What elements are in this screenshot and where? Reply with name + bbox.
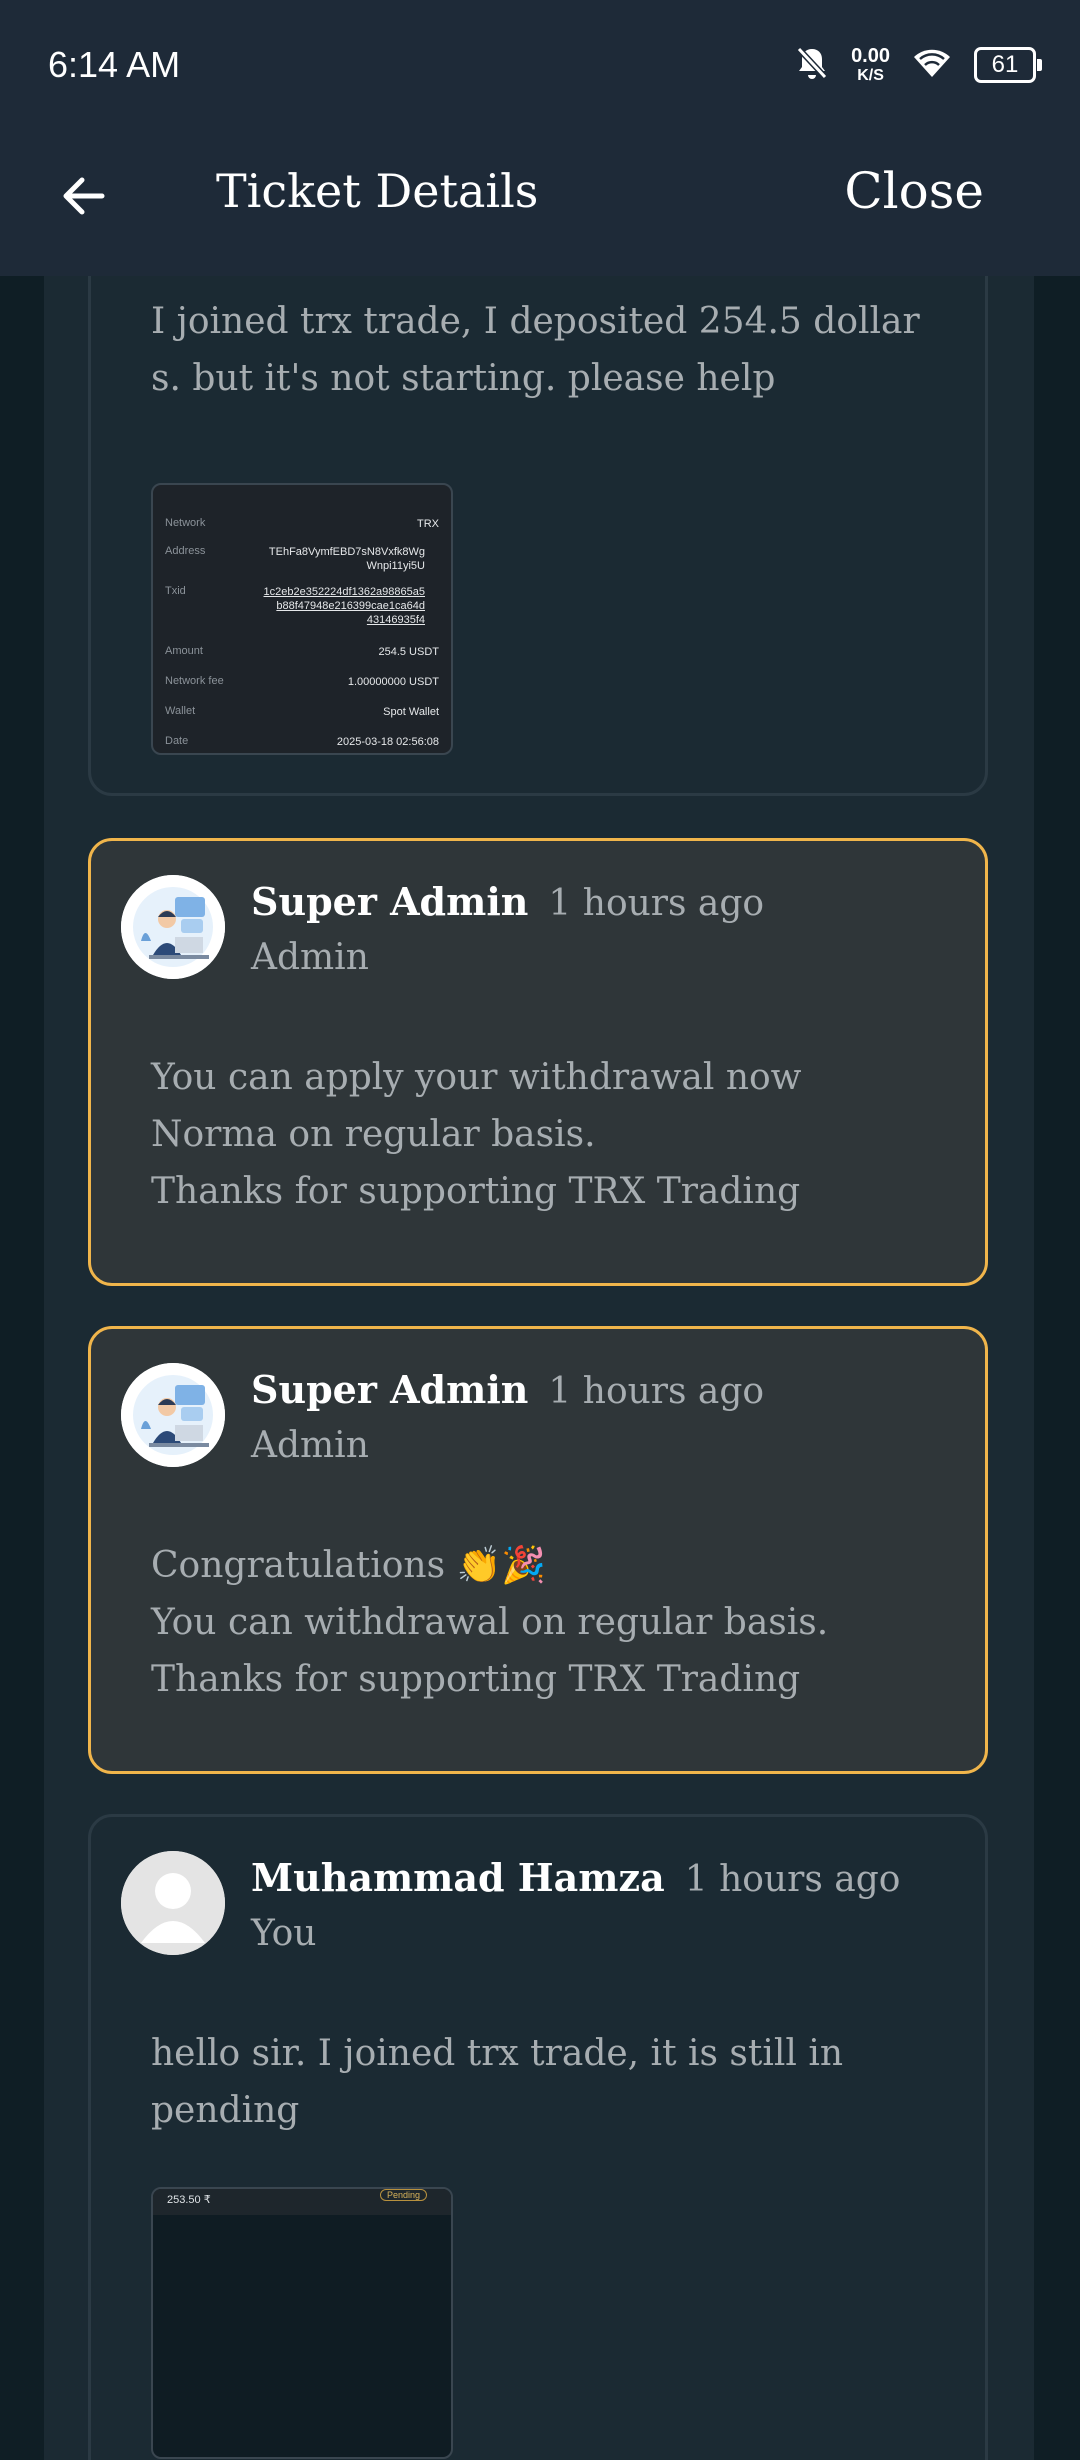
attachment-thumbnail[interactable]: 253.50 ₹ Pending bbox=[151, 2187, 453, 2459]
arrow-left-icon bbox=[63, 177, 105, 215]
app-bar: Ticket Details Close bbox=[0, 136, 1080, 276]
message-time: 1 hours ago bbox=[684, 1859, 901, 1900]
page-title: Ticket Details bbox=[216, 164, 539, 218]
attachment-value: 2025-03-18 02:56:08 bbox=[336, 736, 439, 748]
status-bar: 6:14 AM 0.00 K/S 61 bbox=[0, 0, 1080, 136]
message-time: 1 hours ago bbox=[548, 883, 765, 924]
network-speed: 0.00 K/S bbox=[851, 46, 890, 84]
network-speed-value: 0.00 bbox=[851, 45, 890, 67]
attachment-label: Network fee bbox=[165, 675, 224, 687]
sender-name-text: Muhammad Hamza bbox=[251, 1855, 665, 1900]
attachment-label: Txid bbox=[165, 585, 186, 597]
battery-icon: 61 bbox=[974, 47, 1042, 83]
wifi-icon bbox=[912, 47, 952, 83]
message-time: 1 hours ago bbox=[548, 1371, 765, 1412]
attachment-label: Network bbox=[165, 517, 206, 529]
sender-name: Super Admin 1 hours ago bbox=[251, 879, 764, 924]
message-card: Super Admin 1 hours ago Admin You can app… bbox=[88, 838, 988, 1286]
network-speed-unit: K/S bbox=[857, 67, 884, 84]
sender-role: Admin bbox=[251, 937, 369, 978]
message-card: I joined trx trade, I deposited 254.5 do… bbox=[88, 276, 988, 796]
attachment-label: Date bbox=[165, 735, 189, 747]
attachment-value: Spot Wallet bbox=[383, 706, 439, 718]
message-card: Muhammad Hamza 1 hours ago You hello sir.… bbox=[88, 1814, 988, 2460]
battery-level: 61 bbox=[991, 51, 1019, 78]
attachment-value: TRX bbox=[417, 518, 439, 530]
message-card: Super Admin 1 hours ago Admin Congratulat… bbox=[88, 1326, 988, 1774]
sender-name-text: Super Admin bbox=[251, 1367, 529, 1412]
avatar bbox=[121, 1363, 225, 1467]
attachment-label: Address bbox=[165, 545, 206, 557]
sender-role: Admin bbox=[251, 1425, 369, 1466]
attachment-header: 253.50 ₹ Pending bbox=[153, 2189, 451, 2215]
bell-off-icon bbox=[795, 45, 829, 85]
attachment-label: Wallet bbox=[165, 705, 196, 717]
sender-role: You bbox=[251, 1913, 317, 1954]
status-icons: 0.00 K/S 61 bbox=[795, 42, 1042, 88]
sender-name-text: Super Admin bbox=[251, 879, 529, 924]
attachment-value: 254.5 USDT bbox=[378, 646, 439, 658]
message-text: I joined trx trade, I deposited 254.5 do… bbox=[151, 301, 920, 399]
ticket-thread[interactable]: I joined trx trade, I deposited 254.5 do… bbox=[44, 276, 1034, 2460]
attachment-thumbnail[interactable]: Network TRX Address TEhFa8VymfEBD7sN8Vxfk8… bbox=[151, 483, 453, 755]
message-text: Congratulations 👏🎉 You can withdrawal on… bbox=[151, 1545, 829, 1700]
attachment-label: Amount bbox=[165, 645, 203, 657]
status-badge: Pending bbox=[379, 2189, 427, 2201]
sender-name: Muhammad Hamza 1 hours ago bbox=[251, 1855, 900, 1900]
back-button[interactable] bbox=[54, 166, 114, 226]
sender-name: Super Admin 1 hours ago bbox=[251, 1367, 764, 1412]
attachment-value: TEhFa8VymfEBD7sN8Vxfk8Wg Wnpi11yi5U bbox=[268, 546, 425, 572]
message-text: hello sir. I joined trx trade, it is sti… bbox=[151, 2033, 844, 2131]
message-text: You can apply your withdrawal now Norma … bbox=[151, 1057, 802, 1212]
attachment-value: 1.00000000 USDT bbox=[347, 676, 439, 688]
status-time: 6:14 AM bbox=[48, 44, 181, 85]
close-button[interactable]: Close bbox=[844, 162, 984, 220]
avatar bbox=[121, 1851, 225, 1955]
attachment-value: 1c2eb2e352224df1362a98865a5 b88f47948e21… bbox=[263, 586, 426, 626]
avatar bbox=[121, 875, 225, 979]
attachment-amount: 253.50 ₹ bbox=[167, 2194, 211, 2206]
